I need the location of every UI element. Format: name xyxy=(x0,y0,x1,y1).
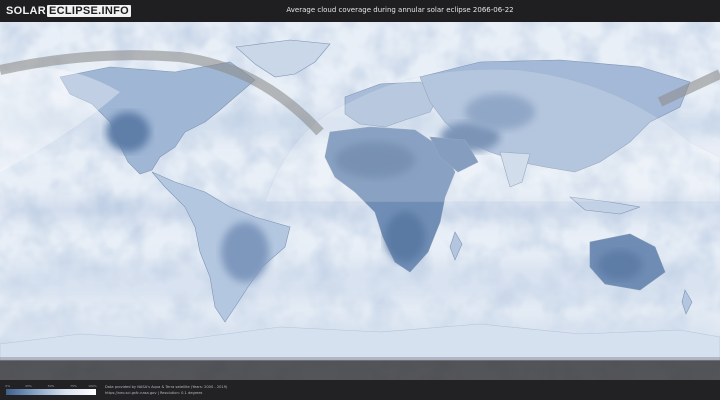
scale-label-75: 75% xyxy=(70,384,77,388)
scale-ticks: 0% 25% 50% 75% 100% xyxy=(5,384,97,389)
scale-label-100: 100% xyxy=(88,384,97,388)
scale-label-25: 25% xyxy=(25,384,32,388)
logo-text-solar: SOLAR xyxy=(6,5,46,17)
data-credits: Data provided by NASA's Aqua & Terra sat… xyxy=(105,384,227,396)
page-title: Average cloud coverage during annular so… xyxy=(286,6,514,14)
scale-label-0: 0% xyxy=(5,384,11,388)
logo-text-eclipse-info: ECLIPSE.INFO xyxy=(47,5,131,17)
night-strip xyxy=(0,360,720,380)
cloud-coverage-scale: 0% 25% 50% 75% 100% xyxy=(5,384,97,395)
header-bar: SOLAR ECLIPSE.INFO Average cloud coverag… xyxy=(0,0,720,22)
site-logo[interactable]: SOLAR ECLIPSE.INFO xyxy=(6,4,131,18)
cloud-coverage-map xyxy=(0,22,720,380)
scale-gradient-bar xyxy=(6,389,96,395)
world-map-svg xyxy=(0,22,720,380)
scale-label-50: 50% xyxy=(47,384,55,388)
credit-line-2[interactable]: https://neo.sci.gsfc.nasa.gov | Resoluti… xyxy=(105,390,227,396)
